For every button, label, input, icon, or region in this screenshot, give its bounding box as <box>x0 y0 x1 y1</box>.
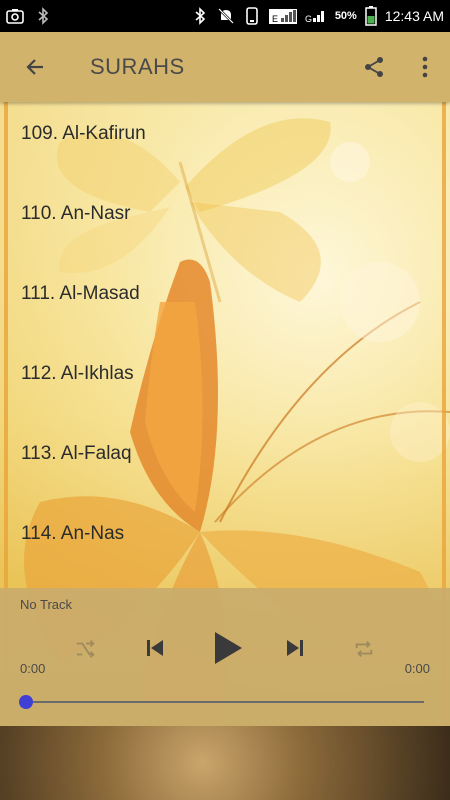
repeat-icon <box>355 641 373 657</box>
audio-player: No Track 0:00 0:00 <box>0 588 450 726</box>
signal-e-icon: E <box>268 7 297 25</box>
battery-percent: 50% <box>334 10 357 22</box>
repeat-button[interactable] <box>347 632 381 666</box>
list-item[interactable]: 109. Al-Kafirun <box>0 102 450 174</box>
signal-g-icon: G <box>305 7 327 25</box>
shuffle-button[interactable] <box>68 632 102 666</box>
play-button[interactable] <box>205 626 251 670</box>
background-art-bottom <box>0 726 450 800</box>
surah-list: 109. Al-Kafirun 110. An-Nasr 111. Al-Mas… <box>0 102 450 574</box>
next-button[interactable] <box>277 630 313 666</box>
arrow-left-icon <box>26 59 43 75</box>
bluetooth-icon <box>34 7 52 25</box>
shuffle-icon <box>76 640 95 658</box>
list-item[interactable]: 111. Al-Masad <box>0 254 450 334</box>
page-title: SURAHS <box>90 54 185 79</box>
phone-icon <box>243 7 261 25</box>
share-button[interactable] <box>348 32 400 102</box>
bluetooth-icon <box>191 7 209 25</box>
current-time: 0:00 <box>20 661 46 676</box>
mute-icon <box>217 7 235 25</box>
seek-thumb[interactable] <box>19 695 33 709</box>
more-vert-icon <box>422 56 428 78</box>
skip-next-icon <box>287 640 303 656</box>
share-icon <box>365 57 383 77</box>
skip-previous-icon <box>147 640 163 656</box>
list-item[interactable]: 114. An-Nas <box>0 494 450 574</box>
screenshot-icon <box>6 7 24 25</box>
status-bar: E G 50% 12:43 AM <box>0 0 450 32</box>
track-title: No Track <box>20 597 73 612</box>
app-bar: SURAHS <box>0 32 450 102</box>
svg-text:G: G <box>305 14 312 24</box>
battery-icon <box>365 6 377 26</box>
play-icon <box>215 632 242 664</box>
back-button[interactable] <box>0 32 70 102</box>
clock: 12:43 AM <box>384 8 444 24</box>
seek-bar[interactable] <box>26 701 424 703</box>
list-item[interactable]: 113. Al-Falaq <box>0 414 450 494</box>
list-item[interactable]: 110. An-Nasr <box>0 174 450 254</box>
svg-text:E: E <box>272 14 278 24</box>
total-time: 0:00 <box>404 661 430 676</box>
previous-button[interactable] <box>137 630 173 666</box>
more-options-button[interactable] <box>400 32 450 102</box>
list-item[interactable]: 112. Al-Ikhlas <box>0 334 450 414</box>
